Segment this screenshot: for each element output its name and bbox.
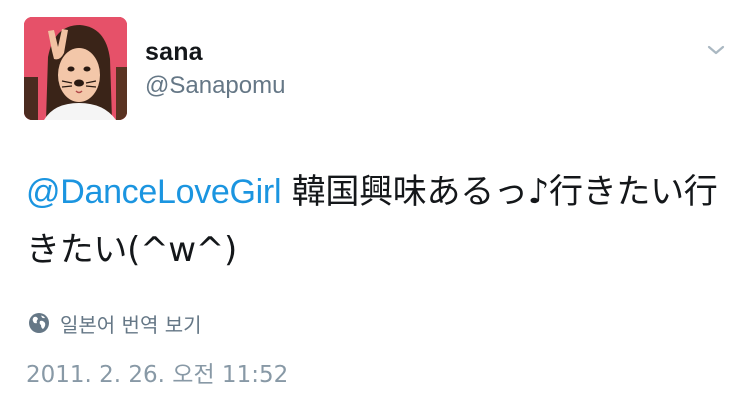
translate-label: 일본어 번역 보기 — [60, 312, 202, 337]
tweet-text: @DanceLoveGirl 韓国興味あるっ♪行きたい行きたい(^w^) — [26, 163, 726, 279]
mention-link[interactable]: @DanceLoveGirl — [26, 173, 282, 211]
tweet-card: sana @Sanapomu @DanceLoveGirl 韓国興味あるっ♪行き… — [0, 0, 749, 411]
tweet-timestamp[interactable]: 2011. 2. 26. 오전 11:52 — [26, 360, 288, 390]
translate-button[interactable]: 일본어 번역 보기 — [28, 308, 202, 338]
display-name[interactable]: sana — [145, 38, 203, 66]
chevron-down-icon[interactable] — [704, 40, 728, 60]
user-handle[interactable]: @Sanapomu — [145, 72, 285, 100]
avatar[interactable] — [24, 17, 127, 120]
avatar-image — [24, 17, 127, 120]
globe-icon — [29, 313, 49, 333]
